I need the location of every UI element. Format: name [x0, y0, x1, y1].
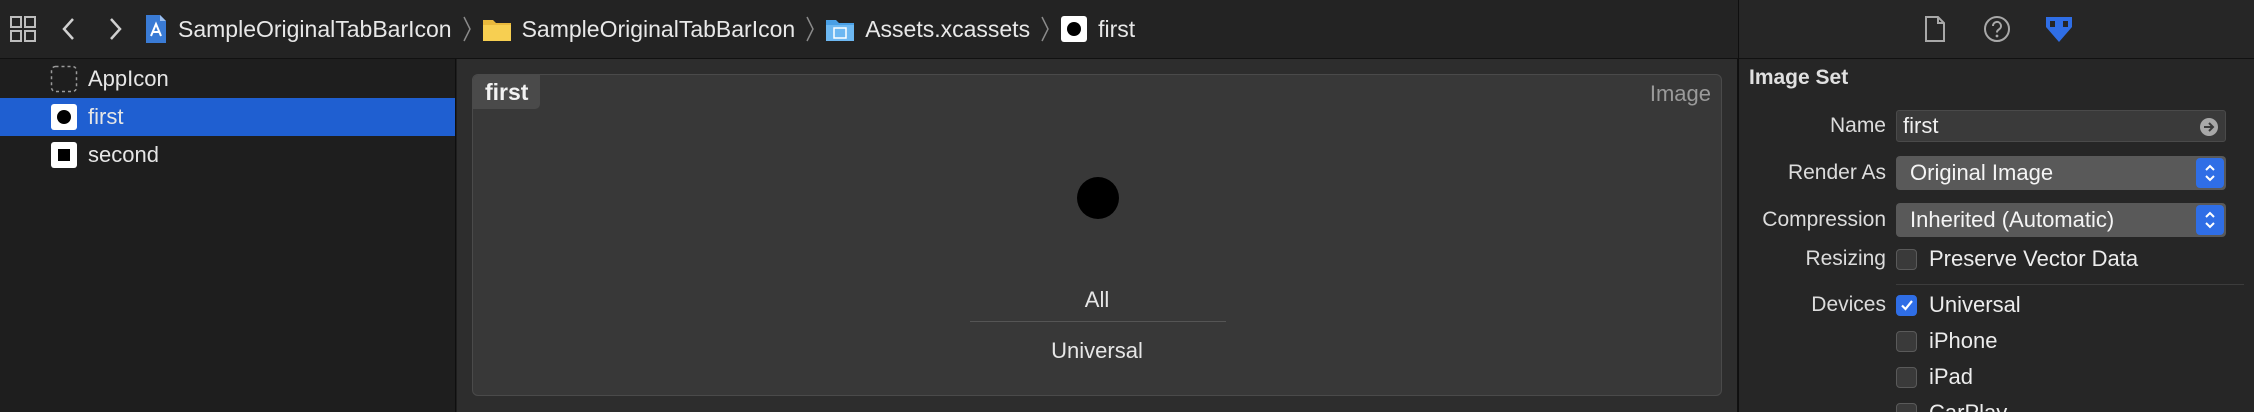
inspector-tabs — [1739, 0, 2254, 59]
image-set-icon — [1060, 15, 1088, 43]
go-arrow-icon[interactable] — [2199, 117, 2219, 137]
iphone-label: iPhone — [1929, 328, 1998, 353]
devices-row-ipad: iPad — [1739, 364, 2254, 390]
asset-label: AppIcon — [88, 66, 169, 91]
render-as-value: Original Image — [1910, 160, 2054, 185]
chevron-right-icon — [805, 14, 815, 44]
breadcrumb-label: SampleOriginalTabBarIcon — [178, 15, 452, 42]
asset-label: second — [88, 142, 159, 167]
chevron-right-icon — [1040, 14, 1050, 44]
back-button[interactable] — [46, 0, 92, 59]
render-as-popup[interactable]: Original Image — [1896, 156, 2226, 190]
image-set-panel: first Image All Universal — [472, 74, 1722, 396]
breadcrumb-label: first — [1098, 15, 1136, 42]
render-as-label: Render As — [1787, 161, 1886, 184]
devices-row-iphone: iPhone — [1739, 328, 2254, 354]
slot-scale-label: All — [1084, 287, 1110, 312]
help-icon — [1983, 16, 2010, 42]
updown-chevron-icon — [2196, 205, 2224, 235]
xcode-project-icon — [144, 14, 168, 44]
ipad-label: iPad — [1929, 364, 1974, 389]
asset-list: AppIcon first second — [0, 59, 456, 412]
jump-bar: SampleOriginalTabBarIcon SampleOriginalT… — [0, 0, 1738, 59]
asset-catalog-icon — [825, 16, 855, 42]
slot-divider — [970, 321, 1226, 322]
resizing-row: Resizing Preserve Vector Data — [1739, 246, 2254, 272]
compression-row: Compression Inherited (Automatic) — [1739, 203, 2254, 237]
checkmark-icon — [1900, 300, 1913, 311]
asset-editor: first Image All Universal — [457, 59, 1738, 412]
carplay-checkbox[interactable] — [1896, 402, 1917, 412]
image-set-icon — [50, 103, 78, 131]
resizing-label: Resizing — [1805, 247, 1886, 270]
name-row: Name first — [1739, 110, 2254, 142]
section-title: Image Set — [1749, 66, 1849, 89]
breadcrumb-project[interactable]: SampleOriginalTabBarIcon — [144, 0, 452, 59]
breadcrumb: SampleOriginalTabBarIcon SampleOriginalT… — [144, 0, 1135, 59]
slot-device-label: Universal — [1051, 338, 1143, 363]
forward-button[interactable] — [92, 0, 138, 59]
ipad-checkbox[interactable] — [1896, 366, 1917, 388]
attributes-icon — [2045, 17, 2072, 42]
asset-item-appicon[interactable]: AppIcon — [0, 60, 455, 98]
breadcrumb-folder[interactable]: SampleOriginalTabBarIcon — [482, 0, 796, 59]
compression-label: Compression — [1762, 208, 1886, 231]
name-label: Name — [1829, 114, 1886, 137]
updown-chevron-icon — [2196, 158, 2224, 188]
folder-icon — [482, 16, 512, 42]
grid-icon — [10, 16, 36, 42]
preserve-vector-label: Preserve Vector Data — [1929, 246, 2139, 271]
file-icon — [1924, 16, 1945, 42]
divider — [1896, 284, 2244, 285]
name-field[interactable]: first — [1896, 110, 2226, 142]
image-set-title: first — [473, 75, 541, 109]
image-slot-universal[interactable] — [1077, 177, 1119, 219]
image-set-icon — [50, 141, 78, 169]
chevron-right-icon — [462, 14, 472, 44]
file-inspector-tab[interactable] — [1917, 11, 1953, 47]
breadcrumb-label: Assets.xcassets — [865, 15, 1031, 42]
inspector: Image Set Name first Render As Original … — [1738, 0, 2254, 412]
devices-row-universal: Devices Universal — [1739, 292, 2254, 318]
related-items-button[interactable] — [0, 0, 46, 59]
devices-label: Devices — [1811, 293, 1886, 316]
name-value: first — [1903, 113, 1939, 138]
breadcrumb-label: SampleOriginalTabBarIcon — [521, 15, 796, 42]
iphone-checkbox[interactable] — [1896, 330, 1917, 352]
image-set-type: Image — [1649, 81, 1711, 106]
compression-value: Inherited (Automatic) — [1910, 207, 2115, 232]
carplay-label: CarPlay — [1929, 400, 2007, 412]
chevron-left-icon — [62, 18, 74, 40]
quick-help-tab[interactable] — [1979, 11, 2015, 47]
universal-label: Universal — [1929, 292, 2021, 317]
preserve-vector-checkbox[interactable] — [1896, 248, 1917, 270]
render-as-row: Render As Original Image — [1739, 156, 2254, 190]
breadcrumb-asset-catalog[interactable]: Assets.xcassets — [825, 0, 1030, 59]
attributes-inspector-tab[interactable] — [2041, 11, 2077, 47]
app-icon-set-icon — [50, 65, 78, 93]
breadcrumb-image-set[interactable]: first — [1060, 0, 1135, 59]
compression-popup[interactable]: Inherited (Automatic) — [1896, 203, 2226, 237]
chevron-right-icon — [110, 18, 122, 40]
devices-row-carplay: CarPlay — [1739, 400, 2254, 412]
asset-item-second[interactable]: second — [0, 136, 455, 174]
universal-checkbox[interactable] — [1896, 294, 1917, 316]
asset-label: first — [88, 104, 124, 129]
asset-item-first[interactable]: first — [0, 98, 455, 136]
